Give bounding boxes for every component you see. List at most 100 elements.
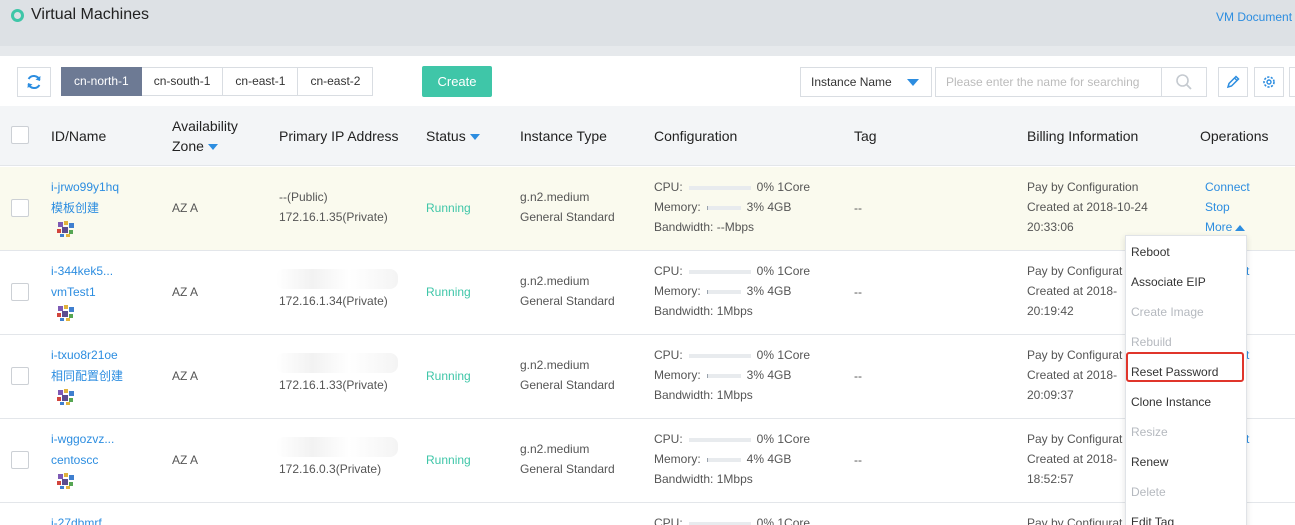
col-status[interactable]: Status — [426, 126, 480, 146]
tab-cn-north-1[interactable]: cn-north-1 — [61, 67, 142, 96]
edit-tag-button[interactable] — [1218, 67, 1248, 97]
cpu-label: CPU: — [654, 264, 683, 278]
bandwidth: Bandwidth: 1Mbps — [654, 469, 753, 489]
menu-item-delete: Delete — [1131, 485, 1166, 499]
billing-type: Pay by Configurat — [1027, 348, 1123, 362]
memory-usage: Memory: 3% 4GB — [654, 197, 791, 217]
instance-type: g.n2.medium — [520, 442, 590, 456]
memory-label: Memory: — [654, 200, 701, 214]
instance-name-link[interactable]: 相同配置创建 — [51, 366, 123, 386]
settings-button[interactable] — [1254, 67, 1284, 97]
table-row: i-jrwo99y1hq 模板创建 AZ A --(Public) 172.16… — [0, 167, 1295, 251]
bandwidth-value: 1Mbps — [716, 472, 753, 486]
bandwidth-label: Bandwidth: — [654, 220, 714, 234]
cpu-core: 1Core — [777, 264, 811, 278]
vm-document-link[interactable]: VM Document — [1216, 10, 1292, 24]
memory-bar-fill — [706, 289, 709, 294]
billing-type: Pay by Configuration — [1027, 180, 1139, 194]
memory-size: 4GB — [767, 452, 792, 466]
caret-up-icon — [1235, 224, 1246, 231]
row-checkbox[interactable] — [11, 451, 29, 469]
page-title: Virtual Machines — [31, 6, 149, 23]
select-all-checkbox[interactable] — [11, 126, 29, 144]
instance-name-link[interactable]: 模板创建 — [51, 198, 99, 218]
availability-zone: AZ A — [172, 453, 199, 467]
col-billing: Billing Information — [1027, 128, 1139, 144]
row-checkbox[interactable] — [11, 367, 29, 385]
created-time: 20:09:37 — [1027, 388, 1074, 402]
menu-item-clone-instance[interactable]: Clone Instance — [1131, 392, 1211, 412]
cpu-percent: 0% — [756, 432, 775, 446]
menu-item-edit-tag[interactable]: Edit Tag — [1131, 512, 1174, 525]
memory-size: 4GB — [767, 200, 792, 214]
instance-id-link[interactable]: i-27dbmrf... — [51, 513, 112, 525]
stop-link[interactable]: Stop — [1205, 197, 1230, 217]
instance-id-link[interactable]: i-wggozvz... — [51, 429, 114, 449]
search-button[interactable] — [1161, 67, 1207, 97]
memory-label: Memory: — [654, 368, 701, 382]
pencil-icon — [1226, 75, 1240, 89]
cpu-usage: CPU: 0% 1Core — [654, 345, 810, 365]
memory-bar — [706, 205, 741, 210]
cpu-usage: CPU: 0% 1Core — [654, 261, 810, 281]
instance-id-link[interactable]: i-txuo8r21oe — [51, 345, 118, 365]
tab-cn-east-1[interactable]: cn-east-1 — [223, 67, 299, 96]
private-ip: 172.16.1.34(Private) — [279, 294, 388, 308]
tab-cn-south-1[interactable]: cn-south-1 — [141, 67, 224, 96]
more-label: More — [1205, 220, 1233, 234]
memory-bar — [706, 373, 741, 378]
top-bar: Virtual Machines VM Document — [0, 0, 1295, 46]
memory-usage: Memory: 3% 4GB — [654, 281, 791, 301]
cpu-bar — [688, 185, 751, 190]
col-id-name: ID/Name — [51, 128, 107, 144]
cpu-usage: CPU: 0% 1Core — [654, 429, 810, 449]
tag-value: -- — [854, 285, 862, 299]
menu-item-rebuild: Rebuild — [1131, 335, 1172, 349]
table-row: i-27dbmrf... CPU: 0% 1Core Pay by Configu… — [0, 503, 1295, 525]
search-input[interactable] — [935, 67, 1162, 97]
cpu-percent: 0% — [756, 516, 775, 525]
created-date: Created at 2018-10-24 — [1027, 200, 1148, 214]
instance-id-link[interactable]: i-344kek5... — [51, 261, 113, 281]
created-date: Created at 2018- — [1027, 284, 1118, 298]
memory-label: Memory: — [654, 284, 701, 298]
instance-type: g.n2.medium — [520, 358, 590, 372]
menu-item-associate-eip[interactable]: Associate EIP — [1131, 272, 1206, 292]
bandwidth-label: Bandwidth: — [654, 304, 714, 318]
connect-link[interactable]: Connect — [1205, 177, 1250, 197]
created-date: Created at 2018- — [1027, 368, 1118, 382]
col-instance-type: Instance Type — [520, 128, 607, 144]
menu-item-reboot[interactable]: Reboot — [1131, 242, 1170, 262]
cpu-usage: CPU: 0% 1Core — [654, 177, 810, 197]
col-availability-zone[interactable]: Availability Zone — [172, 116, 238, 156]
more-dropdown[interactable]: More — [1205, 217, 1246, 237]
search-icon — [1176, 74, 1192, 90]
create-button[interactable]: Create — [422, 66, 492, 97]
cpu-label: CPU: — [654, 180, 683, 194]
menu-item-renew[interactable]: Renew — [1131, 452, 1168, 472]
refresh-button[interactable] — [17, 67, 51, 97]
menu-item-create-image: Create Image — [1131, 305, 1204, 319]
image-os-icon — [57, 305, 74, 321]
instance-type: g.n2.medium — [520, 274, 590, 288]
filter-down-icon — [469, 134, 480, 141]
availability-zone: AZ A — [172, 369, 199, 383]
more-tools-button[interactable] — [1289, 67, 1295, 97]
search-field-select[interactable]: Instance Name — [800, 67, 932, 97]
bandwidth-label: Bandwidth: — [654, 472, 714, 486]
instance-name-link[interactable]: vmTest1 — [51, 282, 96, 302]
bandwidth: Bandwidth: 1Mbps — [654, 385, 753, 405]
instance-name-link[interactable]: centoscc — [51, 450, 98, 470]
image-os-icon — [57, 389, 74, 405]
row-checkbox[interactable] — [11, 283, 29, 301]
cpu-percent: 0% — [756, 180, 775, 194]
private-ip: 172.16.1.33(Private) — [279, 378, 388, 392]
row-checkbox[interactable] — [11, 199, 29, 217]
tab-cn-east-2[interactable]: cn-east-2 — [298, 67, 374, 96]
instance-family: General Standard — [520, 210, 615, 224]
memory-usage: Memory: 3% 4GB — [654, 365, 791, 385]
billing-type: Pay by Configurat — [1027, 264, 1123, 278]
memory-percent: 3% — [746, 200, 765, 214]
instance-family: General Standard — [520, 378, 615, 392]
instance-id-link[interactable]: i-jrwo99y1hq — [51, 177, 119, 197]
